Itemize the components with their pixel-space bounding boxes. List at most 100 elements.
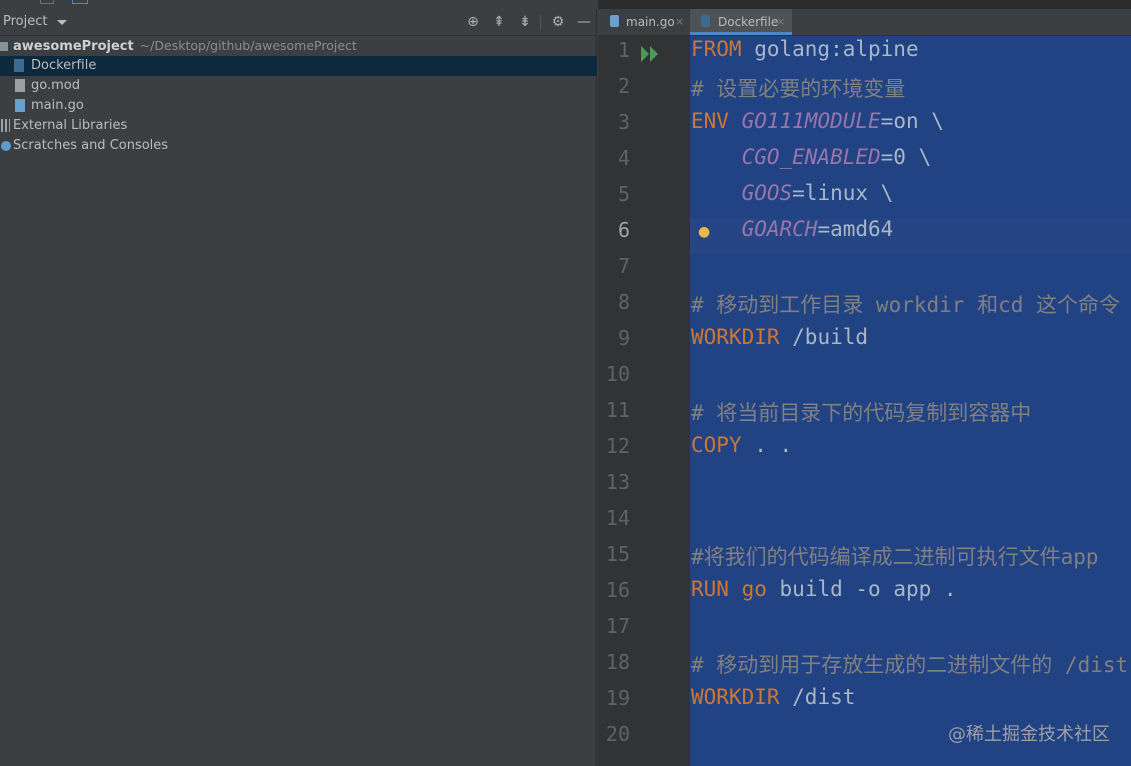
tree-item-label: main.go [31,98,84,113]
line-number: 4 [617,146,630,170]
text-token: =0 \ [880,145,932,169]
tree-item-external-libraries[interactable]: External Libraries [0,116,597,136]
code-line[interactable]: # 移动到工作目录 workdir 和cd 这个命令 [691,289,1120,319]
tab-label: Dockerfile [718,15,779,29]
line-number: 13 [605,470,630,494]
line-number: 8 [617,290,630,314]
close-icon[interactable]: × [675,9,684,35]
code-line[interactable]: WORKDIR /dist [691,685,855,709]
close-icon[interactable]: × [776,9,785,35]
code-line[interactable]: # 设置必要的环境变量 [691,73,905,103]
keyword-token: WORKDIR [691,685,780,709]
project-view-selector[interactable]: Project [3,14,47,29]
breadcrumb-strip [0,0,597,9]
line-number: 14 [605,506,630,530]
code-line[interactable]: #将我们的代码编译成二进制可执行文件app [691,541,1099,571]
line-number: 15 [605,542,630,566]
text-token: =on \ [880,109,944,133]
line-number: 2 [617,74,630,98]
docker-file-icon [14,59,24,72]
tree-item-dockerfile[interactable]: Dockerfile [0,56,597,76]
locate-icon[interactable]: ⊕ [464,13,482,31]
project-tool-window: Project ⊕ ⇞ ⇟ ⚙ — awesomeProject ~/Deskto… [0,0,597,766]
tree-item-go-mod[interactable]: go.mod [0,76,597,96]
code-line[interactable]: # 将当前目录下的代码复制到容器中 [691,397,1031,427]
keyword-token: COPY [691,433,742,457]
line-number: 1 [617,38,630,62]
keyword-token: FROM [691,37,742,61]
go-file-icon [15,99,25,112]
line-number: 18 [605,650,630,674]
text-token: build -o app . [766,577,957,601]
env-var-token: GOARCH [741,217,818,241]
comment-token: # 移动到工作目录 workdir 和cd 这个命令 [691,293,1121,317]
code-line[interactable]: ENV GO111MODULE=on \ [691,109,944,133]
gear-icon[interactable]: ⚙ [549,13,567,31]
code-line[interactable]: RUN go build -o app . [691,577,957,601]
env-var-token: GO111MODULE [741,109,881,133]
line-number: 12 [605,434,630,458]
line-number: 11 [605,398,630,422]
code-line[interactable]: COPY . . [691,433,792,457]
tree-item-main-go[interactable]: main.go [0,96,597,116]
code-line[interactable]: FROM golang:alpine [691,37,919,61]
watermark: @稀土掘金技术社区 [948,724,1110,745]
code-line[interactable]: WORKDIR /build [691,325,868,349]
libraries-icon [1,119,10,132]
line-number: 20 [605,722,630,746]
tree-item-scratches[interactable]: Scratches and Consoles [0,136,597,156]
keyword-token: ENV [691,109,729,133]
scratches-icon [1,141,11,151]
line-number: 10 [605,362,630,386]
env-var-token: CGO_ENABLED [741,145,881,169]
code-line[interactable]: CGO_ENABLED=0 \ [691,145,932,169]
project-path: ~/Desktop/github/awesomeProject [139,38,357,53]
tab-dockerfile[interactable]: Dockerfile × [690,9,792,35]
tree-item-label: go.mod [31,78,80,93]
tab-label: main.go [626,15,675,29]
text-token: =linux \ [792,181,894,205]
keyword-token: go [741,577,767,601]
folder-icon [0,42,8,51]
toolbar-divider [540,15,541,29]
keyword-token: RUN [691,577,729,601]
chevron-down-icon[interactable] [57,20,67,25]
line-number: 5 [617,182,630,206]
line-number: 9 [617,326,630,350]
code-line[interactable]: # 移动到用于存放生成的二进制文件的 /dist [691,649,1128,679]
expand-all-icon[interactable]: ⇞ [490,13,508,31]
docker-file-icon [701,15,710,27]
tree-item-label: Scratches and Consoles [13,138,169,153]
breadcrumb-folder-icon[interactable] [72,0,88,4]
line-number: 19 [605,686,630,710]
text-token: golang:alpine [741,37,919,61]
line-number: 16 [605,578,630,602]
editor-pane: main.go × Dockerfile × ● @稀土掘金技术社区 1 FROM… [598,0,1131,766]
tab-main-go[interactable]: main.go × [598,9,688,35]
comment-token: # 设置必要的环境变量 [691,77,906,101]
tree-item-project-root[interactable]: awesomeProject ~/Desktop/github/awesomePr… [0,36,597,56]
comment-token: # 移动到用于存放生成的二进制文件的 /dist [691,653,1129,677]
keyword-token: WORKDIR [691,325,780,349]
code-line[interactable]: GOOS=linux \ [691,181,894,205]
line-number: 6 [617,218,630,242]
project-header: Project ⊕ ⇞ ⇟ ⚙ — [0,9,597,36]
line-number: 17 [605,614,630,638]
run-icon[interactable] [640,45,660,63]
tree-item-label: External Libraries [13,118,128,133]
code-line[interactable]: GOARCH=amd64 [691,217,894,241]
text-token: /dist [779,685,856,709]
editor-tab-bar: main.go × Dockerfile × [598,9,1131,36]
text-token: . . [741,433,793,457]
comment-token: #将我们的代码编译成二进制可执行文件app [691,545,1099,569]
collapse-all-icon[interactable]: ⇟ [516,13,534,31]
minimize-icon[interactable]: — [575,13,593,31]
text-token: =amd64 [817,217,894,241]
tree-item-label: Dockerfile [31,58,97,73]
line-number: 7 [617,254,630,278]
breadcrumb-chevron-icon[interactable] [40,0,54,4]
